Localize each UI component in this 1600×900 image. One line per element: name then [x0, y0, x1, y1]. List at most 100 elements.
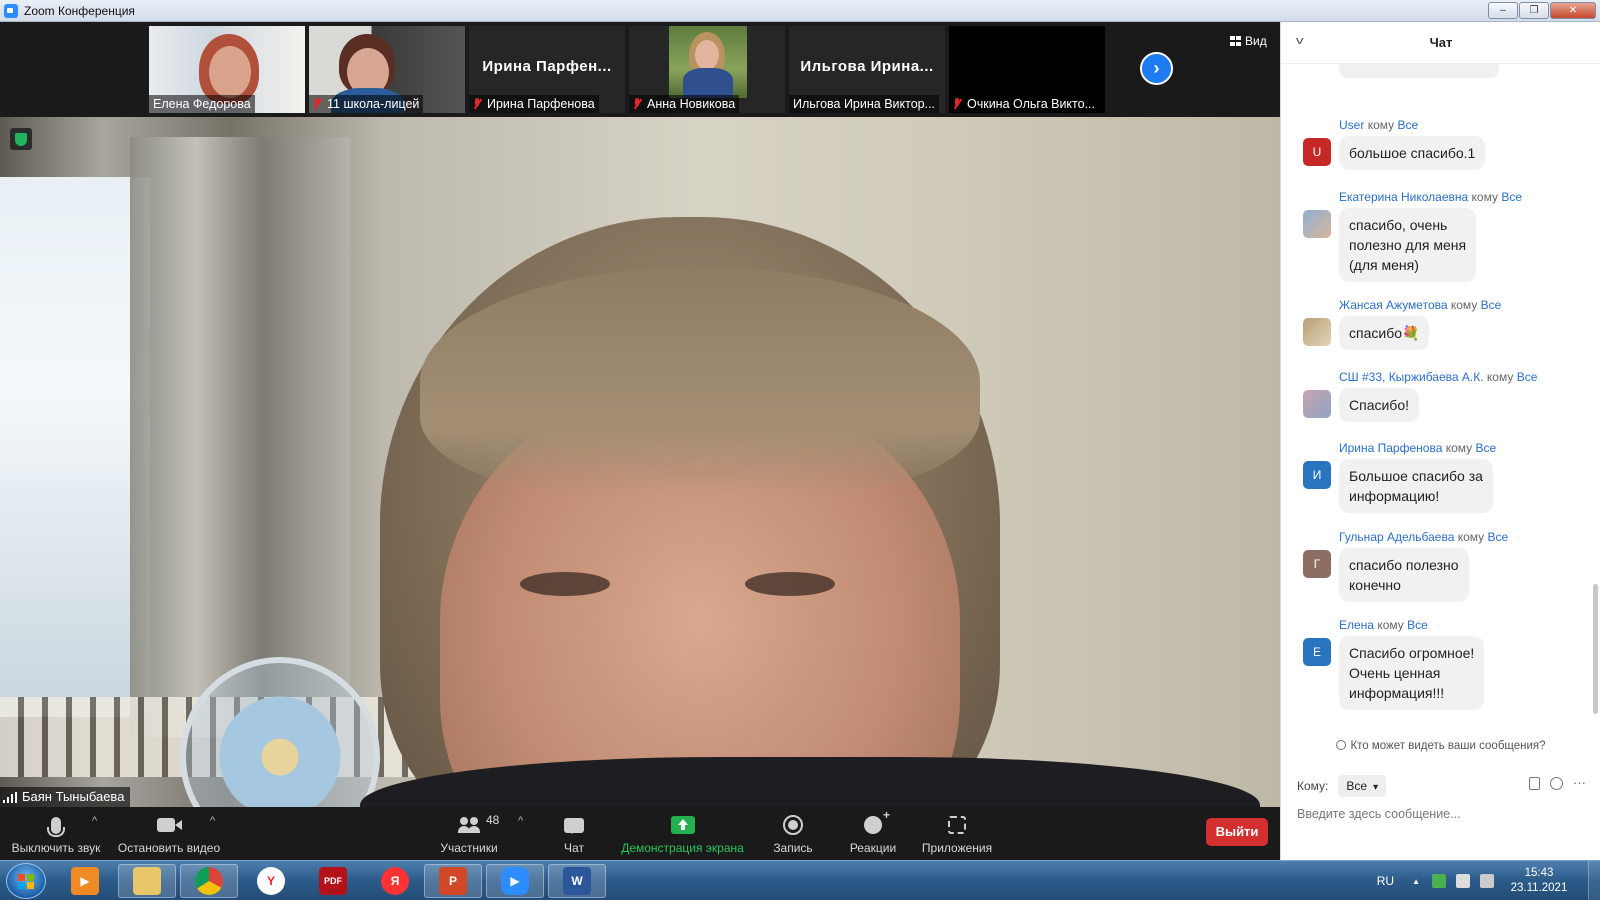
grid-icon: [1230, 36, 1241, 46]
language-indicator[interactable]: RU: [1377, 874, 1394, 888]
message-recipient: Все: [1487, 530, 1509, 544]
yandex-browser-taskbar-button[interactable]: Y: [242, 864, 300, 898]
participants-options-caret-icon[interactable]: ^: [518, 815, 523, 827]
network-status-icon[interactable]: [1432, 874, 1446, 888]
video-options-caret-icon[interactable]: ^: [210, 815, 215, 827]
audio-options-caret-icon[interactable]: ^: [92, 815, 97, 827]
yandex-taskbar-button[interactable]: Я: [366, 864, 424, 898]
participant-name: 11 школа-лицей: [309, 95, 424, 113]
chat-button[interactable]: Чат: [556, 813, 592, 855]
recipient-dropdown[interactable]: Все ▾: [1338, 775, 1387, 797]
word-taskbar-button[interactable]: W: [548, 864, 606, 898]
message-sender[interactable]: Екатерина Николаевна: [1339, 190, 1468, 204]
message-sender[interactable]: Ирина Парфенова: [1339, 441, 1442, 455]
view-button[interactable]: Вид: [1230, 34, 1267, 48]
participant-tile[interactable]: Очкина Ольга Викто...: [948, 25, 1106, 114]
chat-message: User кому Все U большое спасибо.1: [1281, 118, 1591, 178]
reactions-button[interactable]: Реакции: [848, 808, 898, 855]
avatar: Г: [1303, 550, 1331, 578]
leave-button[interactable]: Выйти: [1206, 818, 1268, 846]
minimize-button[interactable]: –: [1488, 2, 1518, 19]
share-screen-button[interactable]: Демонстрация экрана: [620, 813, 745, 855]
stop-video-button[interactable]: Остановить видео: [117, 813, 221, 855]
message-sender[interactable]: СШ #33, Кыржибаева А.К.: [1339, 370, 1484, 384]
active-speaker-video: [0, 117, 1280, 807]
media-player-icon: ▶: [71, 867, 99, 895]
participants-icon: [458, 817, 480, 833]
restore-button[interactable]: ❐: [1519, 2, 1549, 19]
participant-tile[interactable]: Ильгова Ирина... Ильгова Ирина Виктор...: [788, 25, 946, 114]
window-title: Zoom Конференция: [24, 3, 135, 18]
yandex-icon: Я: [381, 867, 409, 895]
close-button[interactable]: ✕: [1550, 2, 1596, 19]
chat-panel: v Чат User кому Все U большое спасибо.1 …: [1280, 22, 1600, 860]
participant-name: Очкина Ольга Викто...: [949, 95, 1099, 113]
participant-name: Ильгова Ирина Виктор...: [789, 95, 940, 113]
message-text: спасибо полезно конечно: [1339, 548, 1469, 602]
clock-time: 15:43: [1524, 867, 1554, 879]
chat-messages[interactable]: User кому Все U большое спасибо.1 Екатер…: [1281, 64, 1600, 736]
system-tray: RU ▲ 15:43 23.11.2021: [1377, 861, 1600, 900]
meeting-toolbar: Выключить звук ^ Остановить видео ^ Учас…: [0, 807, 1280, 860]
video-area: Елена Федорова 11 школа-лицей Ирина Парф…: [0, 22, 1280, 807]
avatar: U: [1303, 138, 1331, 166]
show-desktop-button[interactable]: [1588, 861, 1600, 900]
participant-display-name: Ильгова Ирина...: [800, 58, 934, 75]
message-sender[interactable]: Жансая Ажуметова: [1339, 298, 1448, 312]
participant-name: Елена Федорова: [149, 95, 255, 113]
participant-tile[interactable]: Анна Новикова: [628, 25, 786, 114]
emoji-icon[interactable]: [1550, 777, 1563, 790]
start-button[interactable]: [6, 863, 46, 899]
pdf-reader-taskbar-button[interactable]: PDF: [304, 864, 362, 898]
word-icon: W: [563, 867, 591, 895]
message-text: большое спасибо.1: [1339, 136, 1486, 170]
record-button[interactable]: Запись: [771, 813, 815, 855]
chat-scrollbar[interactable]: [1593, 584, 1598, 714]
avatar: Е: [1303, 638, 1331, 666]
message-input[interactable]: [1297, 802, 1587, 826]
mic-muted-icon: [473, 98, 481, 110]
powerpoint-taskbar-button[interactable]: P: [424, 864, 482, 898]
gallery-strip: Елена Федорова 11 школа-лицей Ирина Парф…: [0, 22, 1280, 117]
zoom-window: Zoom Конференция – ❐ ✕ Елена Федорова 11…: [0, 0, 1600, 900]
participant-tile[interactable]: 11 школа-лицей: [308, 25, 466, 114]
title-bar: Zoom Конференция – ❐ ✕: [0, 0, 1600, 22]
message-sender[interactable]: User: [1339, 118, 1364, 132]
avatar: [1303, 210, 1331, 238]
message-sender[interactable]: Елена: [1339, 618, 1374, 632]
message-text: спасибо, очень полезно для меня (для мен…: [1339, 208, 1477, 282]
apps-icon: [948, 816, 966, 834]
participant-tile[interactable]: Елена Федорова: [148, 25, 306, 114]
avatar: [1303, 318, 1331, 346]
more-options-icon[interactable]: ···: [1573, 776, 1586, 790]
media-player-taskbar-button[interactable]: ▶: [56, 864, 114, 898]
zoom-taskbar-button[interactable]: ▶: [486, 864, 544, 898]
signal-icon[interactable]: [1480, 874, 1494, 888]
powerpoint-icon: P: [439, 867, 467, 895]
chat-message: Жансая Ажуметова кому Все спасибо💐: [1281, 298, 1591, 358]
chat-message: Екатерина Николаевна кому Все спасибо, о…: [1281, 190, 1591, 290]
who-can-see-link[interactable]: Кто может видеть ваши сообщения?: [1281, 740, 1600, 752]
chat-icon: [564, 817, 584, 834]
clock[interactable]: 15:43 23.11.2021: [1504, 866, 1574, 896]
chat-message: Гульнар Адельбаева кому Все Г спасибо по…: [1281, 530, 1591, 610]
apps-button[interactable]: Приложения: [919, 813, 995, 855]
message-sender[interactable]: Гульнар Адельбаева: [1339, 530, 1454, 544]
camera-icon: [157, 818, 182, 832]
file-icon[interactable]: [1529, 777, 1540, 790]
chrome-taskbar-button[interactable]: [180, 864, 238, 898]
mute-button[interactable]: Выключить звук: [10, 813, 102, 855]
participant-tile[interactable]: Ирина Парфен... Ирина Парфенова: [468, 25, 626, 114]
participant-display-name: Ирина Парфен...: [482, 58, 612, 75]
message-recipient: Все: [1397, 118, 1419, 132]
shield-check-icon[interactable]: [10, 128, 32, 150]
yandex-browser-icon: Y: [257, 867, 285, 895]
message-recipient: Все: [1480, 298, 1502, 312]
volume-icon[interactable]: [1456, 874, 1470, 888]
next-page-button[interactable]: ›: [1140, 52, 1173, 85]
show-hidden-icons-icon[interactable]: ▲: [1412, 877, 1420, 886]
message-recipient: Все: [1407, 618, 1428, 632]
file-explorer-taskbar-button[interactable]: [118, 864, 176, 898]
message-recipient: Все: [1501, 190, 1522, 204]
share-screen-icon: [670, 816, 695, 834]
